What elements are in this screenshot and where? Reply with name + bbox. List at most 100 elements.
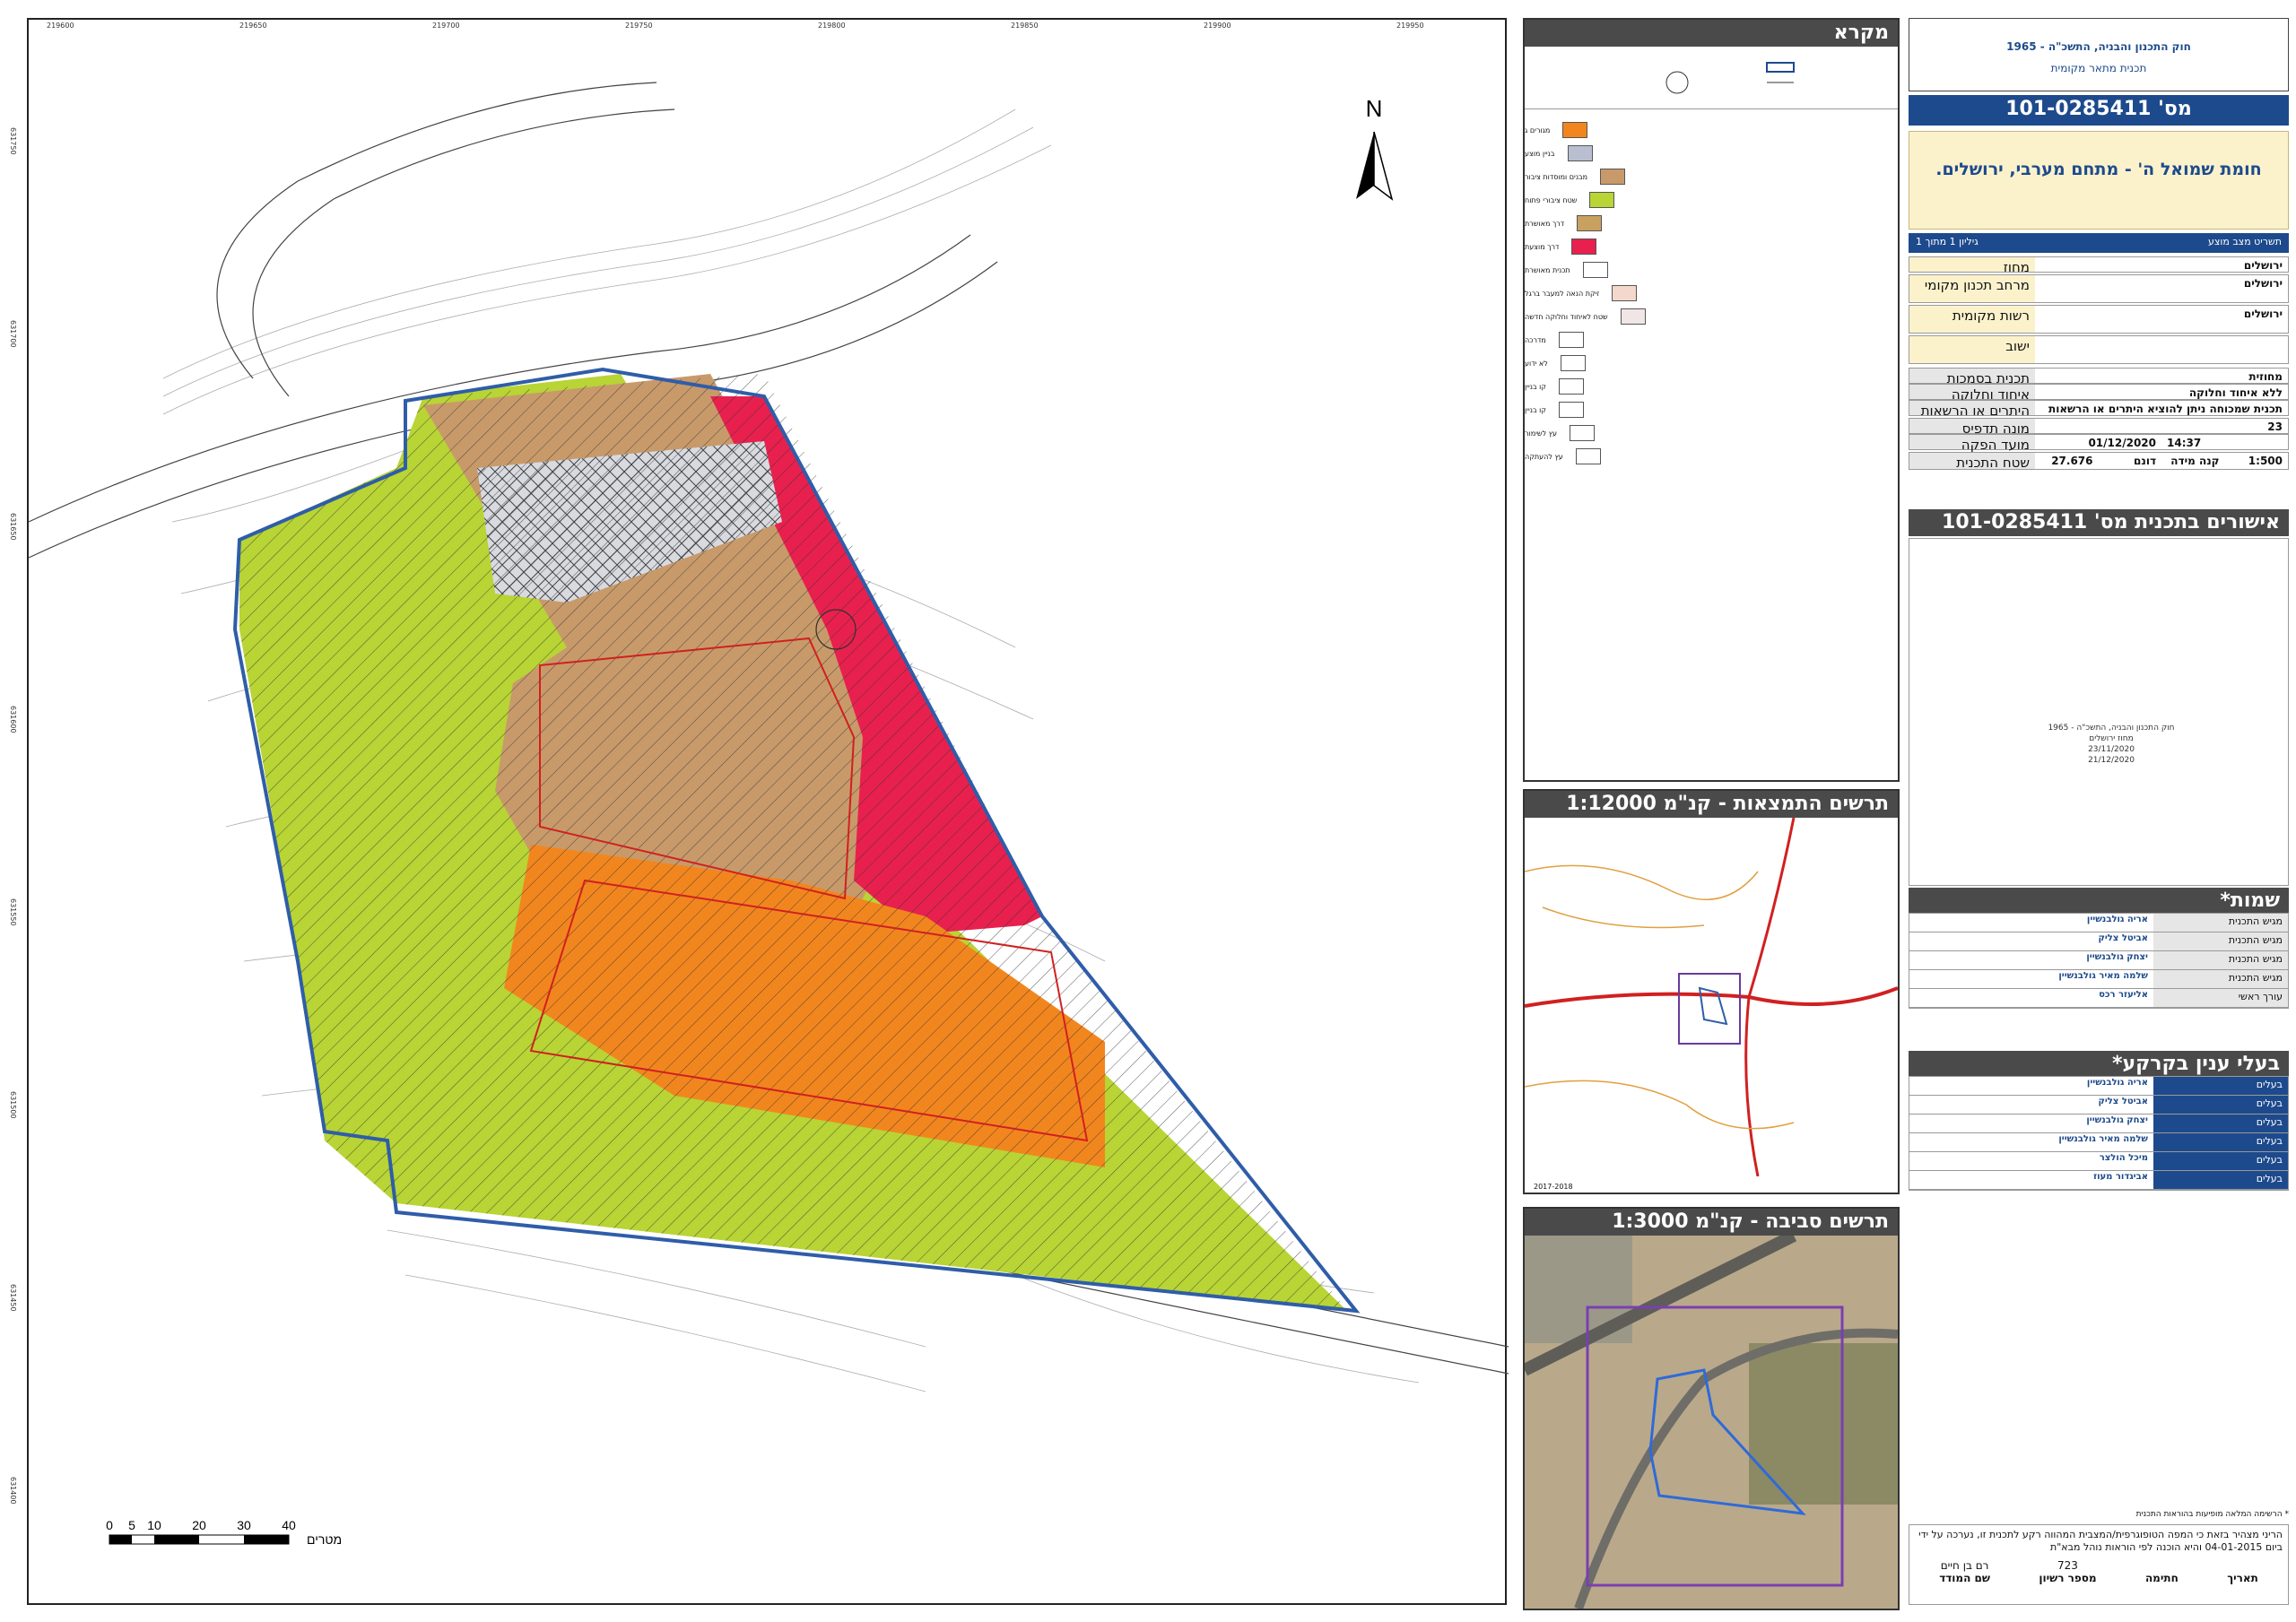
legend-item: זיקת הנאה למעבר ברגל: [1525, 282, 1898, 305]
coordinate-label: 631450: [9, 1284, 17, 1312]
legend-symbols-icon: [1665, 62, 1795, 94]
legend-swatch: [1620, 308, 1646, 325]
legend-item: מדרכה: [1525, 328, 1898, 351]
location-map-title: תרשים התמצאות - קנ"מ 1:12000: [1525, 791, 1898, 818]
location-map-footer: 2017-2018: [1534, 1183, 1573, 1191]
legend-label: מבנים ומוסדות ציבור: [1525, 172, 1588, 181]
coordinate-label: 219750: [625, 22, 653, 30]
legend-panel: מקרא מגורים ג בניין מוצע מבנים ומוסדות ציב…: [1523, 18, 1900, 782]
person-name: יצחק גולבנשיין: [2086, 1115, 2148, 1125]
detail-value: תכנית שמכוחה ניתן להוציא היתרים או הרשאו…: [2048, 403, 2283, 415]
surroundings-map-panel: תרשים סביבה - קנ"מ 1:3000: [1523, 1207, 1900, 1610]
detail-label: מחוז: [1909, 257, 2035, 275]
legend-item: בניין מוצע: [1525, 142, 1898, 165]
detail-row: ישוב: [1909, 335, 2289, 364]
person-name: שלמה מאיר גולבנשיין: [2058, 1134, 2148, 1144]
detail-row: איחוד וחלוקה ללא איחוד וחלוקה: [1909, 384, 2289, 403]
detail-row: תכנית בסמכות מחוזית: [1909, 368, 2289, 386]
detail-label: רשות מקומית: [1909, 306, 2035, 333]
person-role: בעלים: [2153, 1077, 2288, 1095]
scale-tick-label: 30: [237, 1518, 251, 1532]
person-role: מגיש התכנית: [2153, 970, 2288, 988]
legend-item: תכנית מאושרת: [1525, 258, 1898, 282]
person-row: אביגדור מעוז בעלים: [1909, 1171, 2288, 1190]
person-row: יצחק גולבנשיין בעלים: [1909, 1115, 2288, 1133]
person-name: אריה גולבנשיין: [2086, 915, 2148, 924]
person-name: שלמה מאיר גולבנשיין: [2058, 971, 2148, 981]
coordinate-label: 219700: [432, 22, 460, 30]
surveyor-name: רם בן חיים: [1940, 1559, 1989, 1572]
scale-tick-label: 20: [192, 1518, 206, 1532]
sheet-info: גיליון 1 מתוך 1: [1916, 236, 1979, 247]
person-row: אריה גולבנשיין מגיש התכנית: [1909, 914, 2288, 932]
legend-label: שטח ציבורי פתוח: [1525, 195, 1578, 204]
legend-swatch: [1600, 169, 1626, 185]
names-title: שמות*: [1909, 888, 2289, 913]
detail-value: [2035, 336, 2288, 363]
legend-item: עץ להעתקה: [1525, 445, 1898, 468]
scale-tick-label: 0: [106, 1518, 113, 1532]
coordinates-left: 631750 631700 631650 631600 631550 631500 6314…: [9, 20, 22, 1607]
detail-value: 01/12/2020: [2088, 437, 2156, 449]
location-map-panel: תרשים התמצאות - קנ"מ 1:12000 2017-2018: [1523, 789, 1900, 1194]
legend-swatch: [1571, 239, 1597, 255]
detail-row: מרחב תכנון מקומי ירושלים: [1909, 274, 2289, 303]
person-name: מיכל הולצר: [2099, 1153, 2148, 1163]
coordinate-label: 219950: [1396, 22, 1424, 30]
legend-item: דרך מאושרת: [1525, 212, 1898, 235]
detail-label: מונה תדפיס התשריט: [1909, 419, 2035, 453]
person-role: מגיש התכנית: [2153, 951, 2288, 969]
legend-swatch: [1558, 332, 1584, 348]
person-name: אביטל צליק: [2098, 933, 2148, 943]
col-sign-label: חתימה: [2144, 1572, 2179, 1584]
detail-value: מחוזית: [2248, 370, 2283, 383]
detail-row: מועד הפקה 01/12/2020 14:37: [1909, 434, 2289, 453]
detail-row: רשות מקומית ירושלים: [1909, 305, 2289, 334]
surveyor-text: הריני מצהיר בזאת כי המפה הטופוגרפית/המצב…: [1918, 1529, 2283, 1553]
names-table: אריה גולבנשיין מגיש התכנית אביטל צליק מגיש …: [1909, 913, 2289, 1009]
detail-label: תכנית בסמכות: [1909, 369, 2035, 386]
person-role: עורך ראשי: [2153, 989, 2288, 1007]
detail-value: 23: [2267, 421, 2283, 433]
person-role: בעלים: [2153, 1115, 2288, 1132]
approval-stamp: חוק התכנון והבניה, התשכ"ה - 1965 מחוז ירו…: [2044, 723, 2179, 766]
legend-label: עץ לשימור: [1525, 429, 1557, 438]
person-row: שלמה מאיר גולבנשיין בעלים: [1909, 1133, 2288, 1152]
detail-label: מועד הפקה: [1909, 435, 2035, 453]
plan-header: חוק התכנון והבניה, התשכ"ה - 1965 תכנית מ…: [1909, 18, 2289, 91]
detail-value: 27.676: [2051, 455, 2093, 467]
person-name: אליעזר רכס: [2099, 990, 2148, 1000]
law-title: חוק התכנון והבניה, התשכ"ה - 1965: [2006, 40, 2191, 53]
legend-swatch: [1562, 122, 1588, 138]
person-row: מיכל הולצר בעלים: [1909, 1152, 2288, 1171]
legend-label: בניין מוצע: [1525, 149, 1555, 158]
plan-number: מס' 101-0285411: [1909, 95, 2289, 126]
location-map[interactable]: [1525, 818, 1898, 1176]
coordinate-label: 631500: [9, 1091, 17, 1119]
date-col: תאריך: [2227, 1559, 2258, 1584]
legend-title: מקרא: [1525, 20, 1898, 47]
surroundings-aerial-map[interactable]: [1525, 1236, 1898, 1609]
legend-label: מגורים ג: [1525, 126, 1551, 134]
person-role: בעלים: [2153, 1171, 2288, 1189]
legend-label: מדרכה: [1525, 335, 1546, 344]
owners-title: בעלי ענין בקרקע*: [1909, 1051, 2289, 1076]
plan-map[interactable]: N 0 5 10 20 30 40 מטרים: [29, 20, 1509, 1607]
person-row: שלמה מאיר גולבנשיין מגיש התכנית: [1909, 970, 2288, 989]
legend-symbols-box: [1525, 47, 1898, 109]
legend-label: קו בניין: [1525, 382, 1546, 391]
person-role: בעלים: [2153, 1133, 2288, 1151]
person-row: אביטל צליק מגיש התכנית: [1909, 932, 2288, 951]
scale-tick-label: 5: [128, 1518, 135, 1532]
detail-row: מחוז ירושלים: [1909, 256, 2289, 275]
scale-bar: 0 5 10 20 30 40 מטרים: [106, 1518, 342, 1547]
coordinate-label: 631400: [9, 1477, 17, 1505]
legend-swatch: [1575, 448, 1601, 464]
person-role: בעלים: [2153, 1096, 2288, 1114]
north-label: N: [1366, 95, 1383, 122]
stamp-line: 23/11/2020: [2088, 745, 2135, 754]
legend-label: קו בניין: [1525, 405, 1546, 414]
person-row: אריה גולבנשיין בעלים: [1909, 1077, 2288, 1096]
legend-item: מגורים ג: [1525, 118, 1898, 142]
legend-swatch: [1558, 378, 1584, 395]
